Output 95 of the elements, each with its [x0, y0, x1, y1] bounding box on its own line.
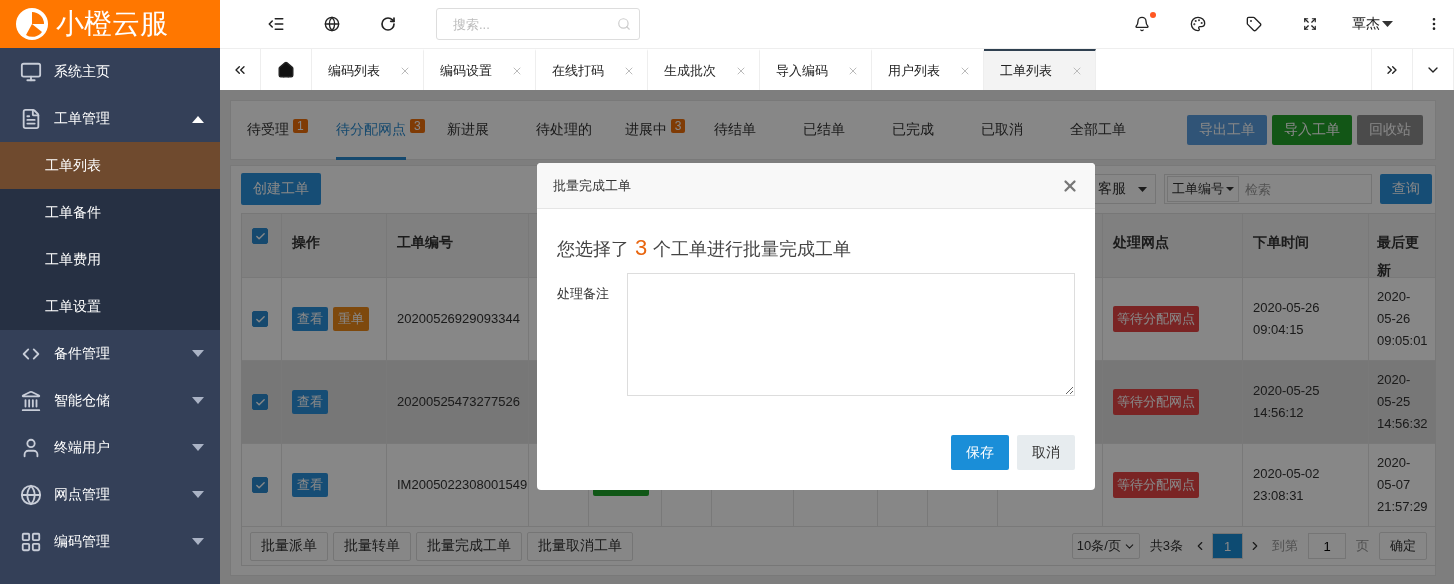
order-number: 20200526929093344 — [397, 310, 520, 328]
cancel-button[interactable]: 取消 — [1017, 435, 1075, 470]
create-button[interactable]: 创建工单 — [241, 173, 321, 205]
page-size-select[interactable]: 10条/页 — [1071, 533, 1140, 559]
checkbox[interactable] — [252, 477, 268, 493]
page-input[interactable]: 1 — [1308, 533, 1346, 559]
submenu-item[interactable]: 工单列表 — [0, 142, 220, 189]
action-button[interactable]: 导入工单 — [1272, 115, 1352, 145]
status-tab[interactable]: 全部工单 — [1069, 100, 1126, 160]
submenu-item[interactable]: 工单备件 — [0, 189, 220, 236]
fullscreen-icon[interactable] — [1303, 17, 1317, 31]
status-badge: 等待分配网点 — [1113, 306, 1199, 332]
order-number: IM2005022308001549 — [397, 476, 528, 494]
row-action-button[interactable]: 查看 — [292, 307, 328, 331]
column-header: 工单编号 — [397, 233, 453, 252]
status-badge: 等待分配网点 — [1113, 389, 1199, 415]
sidebar-item[interactable]: 网点管理 — [0, 471, 220, 518]
refresh-icon[interactable] — [380, 16, 396, 32]
check-icon — [254, 230, 266, 242]
menu-icon — [20, 530, 42, 553]
order-number: 20200525473277526 — [397, 393, 520, 411]
selected-count: 3 — [635, 235, 648, 261]
submenu-item[interactable]: 工单设置 — [0, 283, 220, 330]
confirm-button[interactable]: 确定 — [1379, 532, 1427, 560]
count-badge: 1 — [293, 119, 308, 133]
order-time: 2020-05-26 09:04:15 — [1253, 299, 1321, 339]
column-header: 处理网点 — [1113, 233, 1169, 252]
order-time: 2020-05-02 23:08:31 — [1253, 465, 1321, 505]
check-icon — [254, 479, 266, 491]
caret-icon — [1226, 187, 1234, 191]
status-tab[interactable]: 待处理的 — [535, 100, 592, 160]
menu-icon — [20, 60, 42, 83]
tag-icon[interactable] — [1246, 16, 1262, 32]
menu-icon — [20, 483, 42, 506]
home-icon[interactable] — [277, 60, 295, 79]
batch-button[interactable]: 批量派单 — [250, 531, 328, 561]
user-menu[interactable]: 覃杰 — [1352, 15, 1414, 33]
total-count: 共3条 — [1149, 537, 1183, 555]
globe-icon[interactable] — [324, 16, 340, 32]
batch-button[interactable]: 批量完成工单 — [416, 531, 522, 561]
page-button[interactable]: 1 — [1212, 533, 1243, 559]
batch-button[interactable]: 批量取消工单 — [527, 531, 633, 561]
update-time: 2020- 05-26 09:05:01 — [1377, 288, 1427, 350]
update-time: 2020- 05-25 14:56:32 — [1377, 371, 1427, 433]
checkbox[interactable] — [252, 228, 268, 244]
logo-icon — [14, 6, 50, 42]
dialog-message: 您选择了 — [557, 238, 629, 261]
status-tab[interactable]: 待结单 — [713, 100, 756, 160]
menu-toggle-icon[interactable] — [267, 15, 285, 33]
status-tab[interactable]: 待分配网点 — [336, 100, 406, 160]
query-button[interactable]: 查询 — [1380, 174, 1432, 204]
order-time: 2020-05-25 14:56:12 — [1253, 382, 1321, 422]
sidebar-item[interactable]: 工单管理 — [0, 95, 220, 142]
palette-icon[interactable] — [1190, 16, 1206, 32]
sidebar-item[interactable]: 备件管理 — [0, 330, 220, 377]
column-header: 最后更新 — [1377, 233, 1420, 277]
checkbox[interactable] — [252, 311, 268, 327]
search-icon — [617, 17, 631, 31]
update-time: 2020- 05-07 21:57:29 — [1377, 454, 1427, 516]
count-badge: 3 — [670, 119, 686, 133]
checkbox[interactable] — [252, 394, 268, 410]
status-tab[interactable]: 已完成 — [891, 100, 934, 160]
check-icon — [254, 396, 266, 408]
sidebar-item[interactable]: 系统主页 — [0, 48, 220, 95]
count-badge: 3 — [410, 119, 425, 133]
check-icon — [254, 313, 266, 325]
column-header: 操作 — [292, 233, 320, 252]
menu-icon — [20, 389, 42, 412]
caret-icon — [1138, 186, 1147, 192]
sidebar-item[interactable]: 终端用户 — [0, 424, 220, 471]
bell-icon[interactable] — [1134, 16, 1150, 32]
row-action-button[interactable]: 查看 — [292, 390, 328, 414]
page-tab[interactable]: 工单列表 — [984, 49, 1096, 90]
logo-text: 小橙云服 — [56, 7, 168, 41]
sidebar-item[interactable]: 智能仓储 — [0, 377, 220, 424]
status-tab[interactable]: 已取消 — [980, 100, 1023, 160]
status-tab[interactable]: 进展中 — [624, 100, 667, 160]
search-field[interactable]: 搜索... — [436, 8, 640, 40]
dialog-title: 批量完成工单 — [553, 176, 631, 195]
batch-button[interactable]: 批量转单 — [333, 531, 411, 561]
caret-icon — [1382, 20, 1393, 28]
field-label: 处理备注 — [557, 285, 610, 303]
sidebar-item[interactable]: 编码管理 — [0, 518, 220, 565]
submenu-item[interactable]: 工单费用 — [0, 236, 220, 283]
save-button[interactable]: 保存 — [951, 435, 1009, 470]
status-tab[interactable]: 新进展 — [446, 100, 489, 160]
menu-icon — [20, 107, 42, 130]
remark-field[interactable] — [627, 273, 1075, 396]
status-badge: 等待分配网点 — [1113, 472, 1199, 498]
dialog-message: 个工单进行批量完成工单 — [653, 238, 852, 261]
status-tab[interactable]: 已结单 — [802, 100, 845, 160]
column-header: 下单时间 — [1253, 233, 1309, 252]
row-action-button[interactable]: 查看 — [292, 473, 328, 497]
field-select[interactable]: 工单编号 — [1167, 176, 1239, 202]
status-tab[interactable]: 待受理 — [247, 100, 289, 160]
